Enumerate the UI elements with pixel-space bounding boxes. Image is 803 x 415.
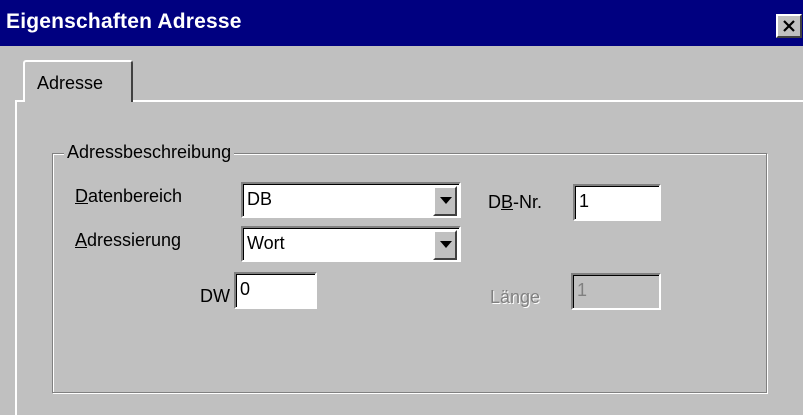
dw-input[interactable]: 0 <box>234 272 317 309</box>
datenbereich-label-mnemonic: D <box>75 186 88 206</box>
db-nr-label-rest: -Nr. <box>513 192 543 212</box>
adressierung-label: Adressierung <box>75 230 181 251</box>
datenbereich-label-rest: atenbereich <box>88 186 183 206</box>
laenge-value: 1 <box>577 280 588 300</box>
db-nr-label-prefix: D <box>488 192 501 212</box>
adressierung-select[interactable]: Wort <box>241 226 461 262</box>
datenbereich-label: Datenbereich <box>75 186 182 207</box>
adressierung-label-rest: dressierung <box>87 230 182 250</box>
tab-label: Adresse <box>37 73 104 93</box>
dw-value: 0 <box>240 279 251 299</box>
dw-label: DW <box>200 286 230 306</box>
group-title: Adressbeschreibung <box>64 142 235 163</box>
title-bar: Eigenschaften Adresse <box>0 0 803 46</box>
tab-adresse[interactable]: Adresse <box>23 60 133 102</box>
close-icon <box>783 20 795 32</box>
db-nr-label: DB-Nr. <box>488 192 542 213</box>
close-button[interactable] <box>776 14 802 38</box>
adressierung-dropdown-button[interactable] <box>433 230 457 260</box>
chevron-down-icon <box>440 241 452 248</box>
laenge-input: 1 <box>571 273 661 310</box>
datenbereich-select[interactable]: DB <box>241 182 461 218</box>
datenbereich-dropdown-button[interactable] <box>433 186 457 216</box>
adressierung-label-mnemonic: A <box>75 230 88 250</box>
db-nr-label-mnemonic: B <box>501 192 514 212</box>
db-nr-input[interactable]: 1 <box>573 184 661 221</box>
db-nr-value: 1 <box>579 191 590 211</box>
datenbereich-value: DB <box>247 189 273 209</box>
window-title: Eigenschaften Adresse <box>6 10 242 33</box>
adressierung-value: Wort <box>247 233 285 253</box>
chevron-down-icon <box>440 197 452 204</box>
laenge-label: Länge <box>490 287 541 307</box>
